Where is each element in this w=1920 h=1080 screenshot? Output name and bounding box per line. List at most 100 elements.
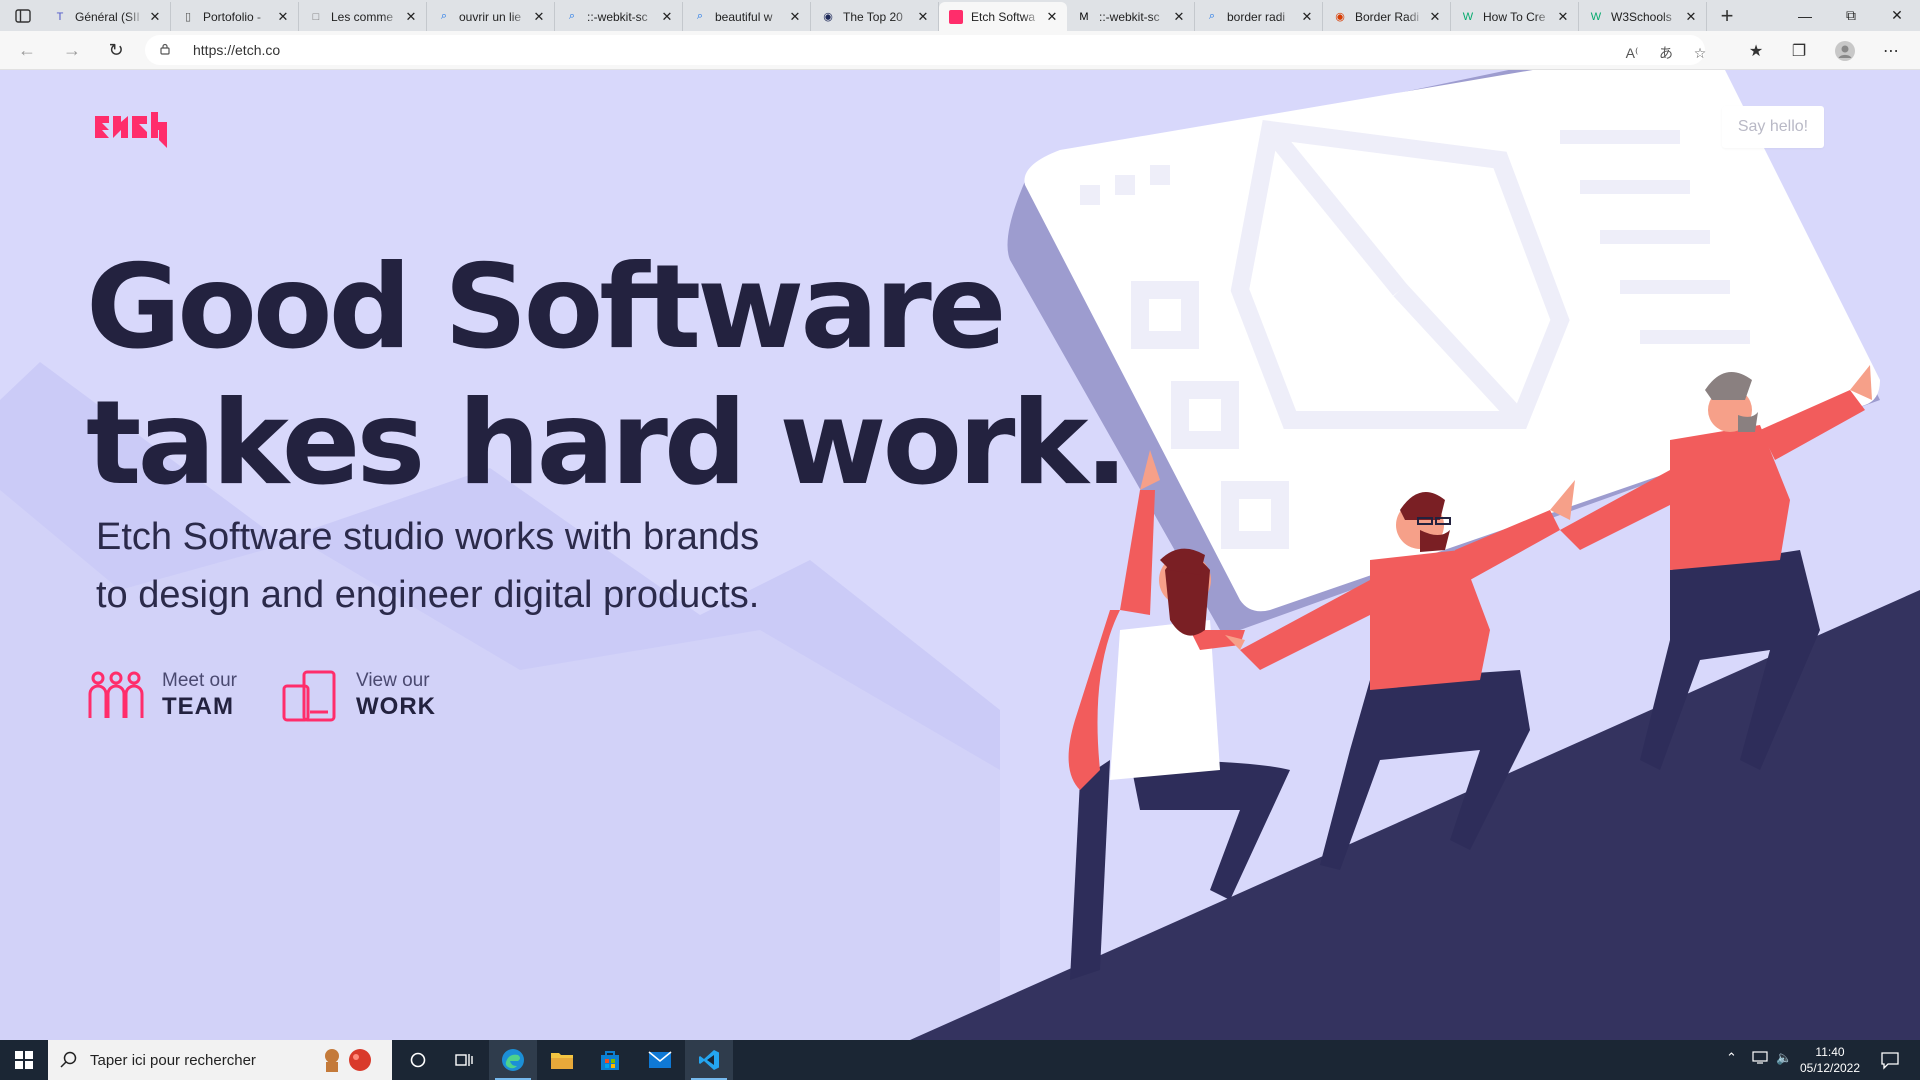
tagline-line-1: Etch Software studio works with brands bbox=[96, 516, 760, 558]
show-hidden-icons[interactable]: ⌃ bbox=[1726, 1050, 1737, 1066]
headline-line-1: Good Software bbox=[86, 240, 1006, 375]
tabs: T Général (SII ✕ ▯ Portofolio - ✕ □ Les comme ✕ ⌕… bbox=[43, 2, 1707, 31]
tab-title: border radi bbox=[1227, 9, 1286, 24]
page-headline: Good Software takes hard work. bbox=[86, 240, 1129, 512]
vscode-icon[interactable] bbox=[685, 1040, 733, 1080]
search-icon: ⌕ bbox=[696, 10, 704, 22]
url-text: https://etch.co bbox=[193, 42, 281, 58]
tab-9[interactable]: ⌕ border radi ✕ bbox=[1195, 2, 1323, 31]
etch-homepage: Say hello! Good Software takes hard work… bbox=[0, 70, 1920, 1040]
tab-1[interactable]: ▯ Portofolio - ✕ bbox=[171, 2, 299, 31]
address-bar: ← → ↻ https://etch.co A⁽ あ ☆ ★ ❐ ⋯ bbox=[0, 31, 1920, 70]
search-placeholder: Taper ici pour rechercher bbox=[90, 1051, 256, 1069]
headline-line-2: takes hard work. bbox=[86, 376, 1129, 511]
search-icon: ⌕ bbox=[440, 10, 448, 22]
devices-icon bbox=[282, 670, 336, 722]
etch-logo[interactable] bbox=[95, 112, 183, 148]
tab-6[interactable]: ◉ The Top 20 ✕ bbox=[811, 2, 939, 31]
tab-close-icon[interactable]: ✕ bbox=[1428, 9, 1442, 25]
tab-10[interactable]: ◉ Border Radi ✕ bbox=[1323, 2, 1451, 31]
store-icon[interactable] bbox=[586, 1040, 634, 1080]
url-field[interactable]: https://etch.co A⁽ あ ☆ bbox=[145, 35, 1706, 65]
tab-title: ::-webkit-sc bbox=[1099, 9, 1160, 24]
taskbar-search[interactable]: Taper ici pour rechercher bbox=[48, 1040, 392, 1080]
cortana-icon[interactable] bbox=[394, 1040, 442, 1080]
search-icon: ⌕ bbox=[568, 10, 576, 22]
tab-title: W3Schools bbox=[1611, 9, 1672, 24]
lock-icon[interactable] bbox=[159, 43, 171, 55]
w3schools-icon: W bbox=[1462, 10, 1474, 23]
forward-icon[interactable]: → bbox=[58, 37, 86, 63]
work-link-big: WORK bbox=[356, 693, 436, 720]
edge-icon[interactable] bbox=[489, 1040, 537, 1080]
document-icon: ▯ bbox=[184, 11, 192, 23]
add-favorite-icon[interactable]: ☆ bbox=[1691, 44, 1709, 62]
etch-icon bbox=[949, 9, 963, 24]
tab-0[interactable]: T Général (SII ✕ bbox=[43, 2, 171, 31]
tab-2[interactable]: □ Les comme ✕ bbox=[299, 2, 427, 31]
tab-4[interactable]: ⌕::-webkit-sc ✕ bbox=[555, 2, 683, 31]
view-work-link[interactable]: View our WORK bbox=[282, 670, 436, 722]
restore-icon[interactable]: ⧉ bbox=[1828, 0, 1874, 31]
tab-close-icon[interactable]: ✕ bbox=[1556, 9, 1570, 25]
refresh-icon[interactable]: ↻ bbox=[102, 37, 130, 63]
site-icon: ◉ bbox=[1335, 11, 1345, 23]
team-icon bbox=[88, 671, 144, 718]
tab-title: ouvrir un lie bbox=[459, 9, 522, 24]
tab-close-icon[interactable]: ✕ bbox=[788, 9, 802, 25]
tagline-line-2: to design and engineer digital products. bbox=[96, 574, 760, 616]
tab-title: Border Radi bbox=[1355, 9, 1420, 24]
search-icon bbox=[60, 1051, 77, 1068]
tab-close-icon[interactable]: ✕ bbox=[1172, 9, 1186, 25]
translate-icon[interactable]: あ bbox=[1657, 44, 1675, 62]
tab-title: How To Cre bbox=[1483, 9, 1546, 24]
tab-11[interactable]: W How To Cre ✕ bbox=[1451, 2, 1579, 31]
tab-3[interactable]: ⌕ ouvrir un lie ✕ bbox=[427, 2, 555, 31]
new-tab-button[interactable]: + bbox=[1715, 3, 1739, 28]
favorites-icon[interactable]: ★ bbox=[1745, 41, 1767, 61]
tab-close-icon[interactable]: ✕ bbox=[532, 9, 546, 25]
task-view-icon[interactable] bbox=[440, 1040, 488, 1080]
tab-title: beautiful w bbox=[715, 9, 773, 24]
profile-avatar[interactable] bbox=[1834, 41, 1856, 61]
team-link-big: TEAM bbox=[162, 693, 234, 720]
tab-close-icon[interactable]: ✕ bbox=[276, 9, 290, 25]
team-link-small: Meet our bbox=[162, 670, 237, 691]
tab-close-icon[interactable]: ✕ bbox=[1300, 9, 1314, 25]
read-aloud-icon[interactable]: A⁽ bbox=[1623, 44, 1641, 62]
say-hello-button[interactable]: Say hello! bbox=[1722, 106, 1824, 148]
site-icon: ◉ bbox=[823, 11, 833, 23]
collections-icon[interactable]: ❐ bbox=[1788, 41, 1810, 61]
page-icon: □ bbox=[312, 10, 320, 23]
tab-close-icon[interactable]: ✕ bbox=[916, 9, 930, 25]
windows-start-icon[interactable] bbox=[0, 1040, 48, 1080]
tab-actions-icon[interactable] bbox=[12, 7, 34, 25]
tab-close-icon[interactable]: ✕ bbox=[1045, 9, 1059, 25]
file-explorer-icon[interactable] bbox=[538, 1040, 586, 1080]
tab-title: Portofolio - bbox=[203, 9, 262, 24]
tab-5[interactable]: ⌕ beautiful w ✕ bbox=[683, 2, 811, 31]
meet-team-link[interactable]: Meet our TEAM bbox=[88, 670, 237, 722]
tab-8[interactable]: M::-webkit-sc ✕ bbox=[1067, 2, 1195, 31]
search-highlight-icon bbox=[325, 1049, 371, 1072]
back-icon[interactable]: ← bbox=[13, 37, 41, 63]
tab-12[interactable]: W W3Schools ✕ bbox=[1579, 2, 1707, 31]
tab-close-icon[interactable]: ✕ bbox=[148, 9, 162, 25]
mail-icon[interactable] bbox=[636, 1040, 684, 1080]
system-clock[interactable]: 11:40 05/12/2022 bbox=[1785, 1044, 1875, 1076]
clock-time: 11:40 bbox=[1815, 1045, 1845, 1059]
tab-title: Etch Softwa bbox=[971, 9, 1036, 24]
network-icon[interactable] bbox=[1752, 1050, 1768, 1067]
tab-close-icon[interactable]: ✕ bbox=[660, 9, 674, 25]
tab-title: Général (SII bbox=[75, 9, 140, 24]
minimize-icon[interactable]: — bbox=[1782, 0, 1828, 31]
tab-close-icon[interactable]: ✕ bbox=[404, 9, 418, 25]
w3schools-icon: W bbox=[1590, 10, 1602, 23]
tab-close-icon[interactable]: ✕ bbox=[1684, 9, 1698, 25]
close-window-icon[interactable]: ✕ bbox=[1874, 0, 1920, 31]
notifications-icon[interactable] bbox=[1880, 1050, 1900, 1070]
clock-date: 05/12/2022 bbox=[1799, 1061, 1861, 1075]
tab-7[interactable]: Etch Softwa ✕ bbox=[939, 2, 1067, 31]
more-menu-icon[interactable]: ⋯ bbox=[1880, 41, 1902, 61]
tab-title: Les comme bbox=[331, 9, 394, 24]
